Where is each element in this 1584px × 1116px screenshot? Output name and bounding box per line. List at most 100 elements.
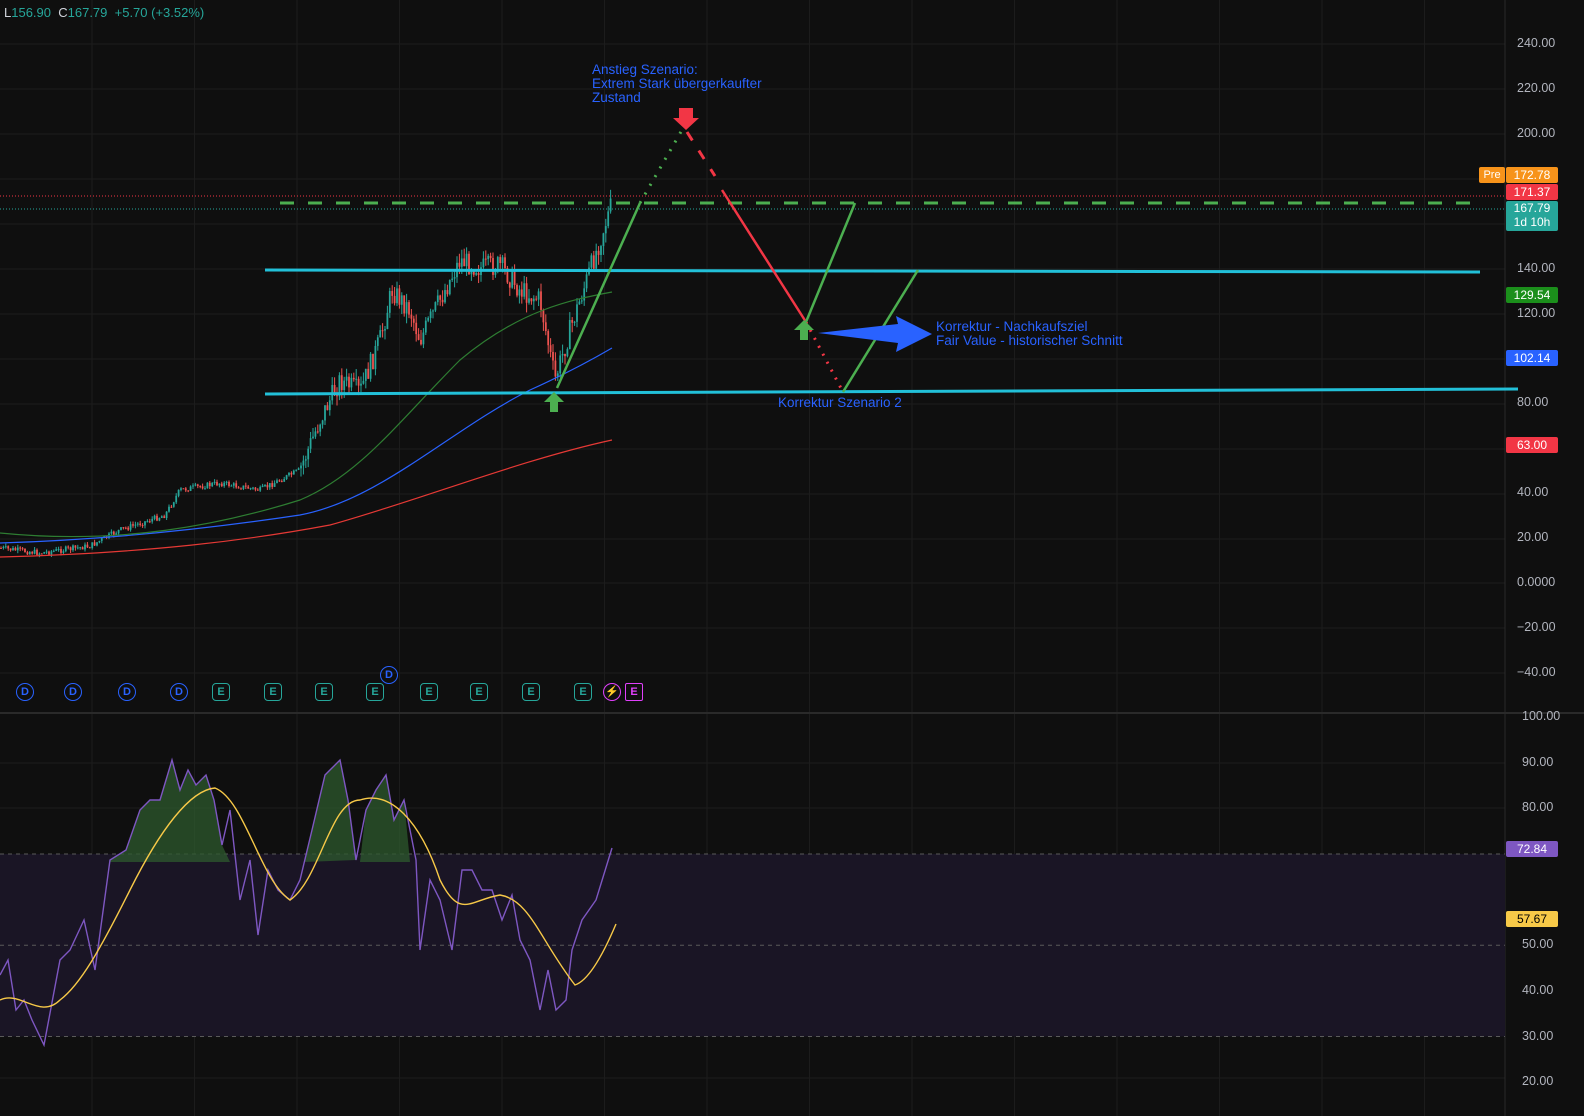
candle-body <box>28 552 31 555</box>
candle-body <box>549 345 552 352</box>
price-tick-label: 80.00 <box>1517 395 1549 410</box>
candle-body <box>88 547 91 549</box>
chart-canvas[interactable] <box>0 0 1584 1116</box>
candle-body <box>420 339 422 345</box>
candle-body <box>244 485 247 487</box>
candle-body <box>362 380 365 384</box>
candle-body <box>460 258 463 267</box>
price-tick-label: 220.00 <box>1517 81 1556 96</box>
candle-body <box>297 468 300 470</box>
earnings-event-icon[interactable]: E <box>315 683 333 701</box>
candle-body <box>607 211 610 227</box>
candle-body <box>170 506 173 508</box>
candle-body <box>235 483 238 488</box>
candle-body <box>391 291 394 296</box>
candle-body <box>247 486 250 489</box>
candle-body <box>266 485 269 488</box>
candle-body <box>2 546 5 549</box>
candle-body <box>340 375 343 391</box>
support-line <box>264 387 1519 396</box>
price-tick-label: 20.00 <box>1517 530 1549 545</box>
candle-body <box>559 355 562 374</box>
candle-body <box>84 544 86 550</box>
candle-body <box>528 298 530 303</box>
candle-body <box>153 515 156 519</box>
annotation-correction-2[interactable]: Korrektur Szenario 2 <box>778 396 902 410</box>
candle-body <box>412 318 415 323</box>
candle-body <box>350 377 353 388</box>
candle-body <box>429 311 432 318</box>
candle-body <box>199 485 202 487</box>
candle-body <box>40 553 43 555</box>
dividend-event-icon[interactable]: D <box>64 683 82 701</box>
candle-body <box>552 351 554 361</box>
candle-body <box>513 270 516 285</box>
level-badge-63: 63.00 <box>1506 437 1558 453</box>
annotation-up-scenario[interactable]: Anstieg Szenario: Extrem Stark übergerka… <box>592 63 762 105</box>
dividend-event-icon[interactable]: D <box>170 683 188 701</box>
annotation-correction-target[interactable]: Korrektur - Nachkaufsziel Fair Value - h… <box>936 320 1123 348</box>
candle-body <box>268 483 271 488</box>
candle-body <box>172 502 175 507</box>
earnings-event-icon[interactable]: E <box>470 683 488 701</box>
candle-body <box>112 531 115 535</box>
candle-body <box>434 302 437 311</box>
candle-body <box>535 298 538 300</box>
candle-body <box>288 472 290 476</box>
ohlc-legend: L156.90 C167.79 +5.70 (+3.52%) <box>4 5 205 20</box>
earnings-event-icon[interactable]: E <box>420 683 438 701</box>
candle-body <box>568 320 571 350</box>
dividend-event-icon[interactable]: D <box>16 683 34 701</box>
candle-body <box>273 483 276 487</box>
split-event-icon[interactable]: ⚡ <box>603 683 621 701</box>
candle-body <box>319 424 322 432</box>
candle-body <box>487 255 490 260</box>
candle-body <box>184 488 187 491</box>
candle-body <box>453 277 456 279</box>
candle-body <box>60 549 62 553</box>
candle-body <box>427 317 430 321</box>
candle-body <box>542 309 545 323</box>
candle-body <box>139 523 142 525</box>
candle-body <box>240 488 242 490</box>
price-tick-label: 0.0000 <box>1517 575 1556 589</box>
down-arrow-marker <box>673 108 699 130</box>
candle-body <box>321 420 324 425</box>
candle-body <box>165 511 168 519</box>
candle-body <box>216 481 218 486</box>
candle-body <box>532 298 535 302</box>
candle-body <box>501 257 504 264</box>
candle-body <box>252 487 254 489</box>
candle-body <box>520 289 523 297</box>
candle-body <box>136 523 139 525</box>
event-icon[interactable]: E <box>625 683 643 701</box>
earnings-event-icon[interactable]: E <box>212 683 230 701</box>
earnings-event-icon[interactable]: E <box>264 683 282 701</box>
candle-body <box>348 376 350 388</box>
red-path-dashed <box>685 131 717 177</box>
candle-body <box>237 487 240 489</box>
candle-body <box>592 255 595 269</box>
candle-body <box>278 480 281 482</box>
candle-body <box>492 258 494 275</box>
candle-body <box>595 250 598 269</box>
candle-body <box>76 547 79 549</box>
candle-body <box>417 334 420 340</box>
earnings-event-icon[interactable]: E <box>574 683 592 701</box>
dividend-event-icon[interactable]: D <box>118 683 136 701</box>
candle-body <box>465 253 468 267</box>
bar-countdown: 1d 10h <box>1513 215 1551 229</box>
last-price-badge: 167.79 1d 10h <box>1506 201 1558 231</box>
rsi-tick-label: 50.00 <box>1522 937 1554 952</box>
candle-body <box>355 378 358 380</box>
candle-body <box>367 368 370 379</box>
dividend-marker[interactable]: D <box>380 666 398 684</box>
earnings-event-icon[interactable]: E <box>366 683 384 701</box>
candle-body <box>12 548 14 551</box>
candle-body <box>9 548 12 551</box>
candle-body <box>189 486 192 491</box>
candle-body <box>408 302 410 315</box>
candle-body <box>151 518 154 522</box>
candle-body <box>144 521 146 526</box>
earnings-event-icon[interactable]: E <box>522 683 540 701</box>
